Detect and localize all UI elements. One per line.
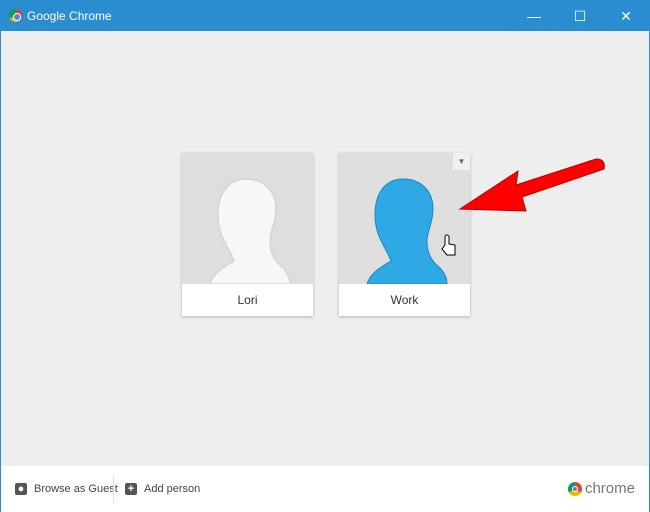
person-silhouette-icon — [366, 178, 456, 284]
person-icon: ● — [15, 483, 27, 495]
person-silhouette-icon — [209, 178, 291, 284]
browse-as-guest-button[interactable]: ● Browse as Guest — [15, 466, 118, 512]
red-arrow-annotation — [458, 158, 605, 212]
divider — [113, 475, 114, 503]
hand-cursor-icon — [441, 234, 456, 256]
chrome-profile-window: Google Chrome — ☐ ✕ Lori ▼ Work ● Browse… — [0, 0, 650, 512]
footer-bar: ● Browse as Guest + Add person chrome — [1, 466, 649, 512]
guest-label: Browse as Guest — [34, 483, 118, 495]
maximize-button[interactable]: ☐ — [557, 1, 603, 31]
avatar — [182, 153, 313, 284]
window-title: Google Chrome — [27, 9, 112, 23]
chrome-logo-icon — [9, 9, 22, 22]
chrome-brand: chrome — [567, 480, 635, 497]
profile-card-lori[interactable]: Lori — [182, 153, 313, 316]
profile-name: Work — [390, 293, 419, 307]
profile-card-work[interactable]: ▼ Work — [339, 153, 470, 316]
title-bar: Google Chrome — ☐ ✕ — [1, 1, 649, 31]
add-person-button[interactable]: + Add person — [125, 466, 200, 512]
add-person-label: Add person — [144, 483, 201, 495]
profile-name: Lori — [237, 293, 258, 307]
plus-icon: + — [125, 483, 137, 495]
brand-text: chrome — [584, 480, 635, 497]
close-button[interactable]: ✕ — [603, 1, 649, 31]
minimize-button[interactable]: — — [511, 1, 557, 31]
avatar: ▼ — [339, 153, 470, 284]
chrome-logo-icon — [567, 481, 582, 496]
